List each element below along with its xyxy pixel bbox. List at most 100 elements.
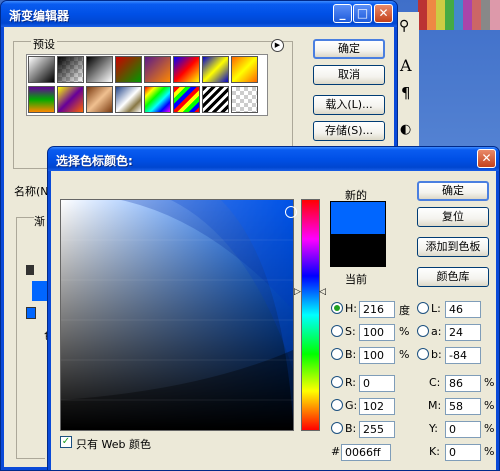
color-stop-icon[interactable]: [26, 307, 36, 319]
m-label: M:: [428, 399, 442, 412]
window-title: 渐变编辑器: [9, 9, 70, 23]
web-safe-overlay: [61, 200, 293, 430]
color-field-cursor[interactable]: [285, 206, 297, 218]
color-picker-window: 选择色标颜色: ✕ ▷ ◁ 新的 当前 确定 复位 添加到色板 颜色库 H: 2…: [47, 146, 500, 471]
picker-ok-button[interactable]: 确定: [417, 181, 489, 201]
s-input[interactable]: 100: [359, 324, 395, 341]
blue-label: B:: [345, 422, 357, 435]
preset-blue-red-yellow[interactable]: [173, 56, 200, 83]
preset-violet-orange[interactable]: [144, 56, 171, 83]
preset-orange-yellow[interactable]: [231, 56, 258, 83]
s-unit: %: [399, 325, 410, 338]
web-only-label: 只有 Web 颜色: [76, 438, 151, 451]
gradient-type-group: [16, 217, 45, 459]
presets-label: 预设: [31, 36, 57, 52]
l-radio[interactable]: [417, 302, 429, 314]
color-picker-title: 选择色标颜色:: [56, 154, 133, 168]
brightness-radio[interactable]: [331, 348, 343, 360]
name-label: 名称(N: [14, 185, 49, 198]
color-picker-close-icon[interactable]: ✕: [477, 149, 496, 168]
h-label: H:: [345, 302, 357, 315]
k-label: K:: [429, 445, 440, 458]
c-input[interactable]: 86: [445, 375, 481, 392]
close-icon[interactable]: ✕: [374, 4, 393, 23]
presets-menu-icon[interactable]: ▶: [271, 39, 284, 52]
gradient-type-label: 渐: [34, 213, 45, 229]
blue-input[interactable]: 255: [359, 421, 395, 438]
h-unit: 度: [399, 304, 410, 317]
preset-transparent[interactable]: [231, 86, 258, 113]
l-label: L:: [431, 302, 441, 315]
new-color-swatch: [330, 201, 386, 236]
m-unit: %: [484, 399, 495, 412]
editor-ok-button[interactable]: 确定: [313, 39, 385, 59]
preset-red-green[interactable]: [115, 56, 142, 83]
pie-icon[interactable]: ◐: [400, 122, 411, 137]
lab-b-label: b:: [431, 348, 442, 361]
lab-b-radio[interactable]: [417, 348, 429, 360]
preset-fg-transparent[interactable]: [57, 56, 84, 83]
opacity-stop-icon[interactable]: [26, 265, 34, 275]
blue-radio[interactable]: [331, 422, 343, 434]
color-picker-titlebar: 选择色标颜色: ✕: [48, 147, 499, 171]
color-field[interactable]: [60, 199, 297, 431]
editor-cancel-button[interactable]: 取消: [313, 65, 385, 85]
save-button[interactable]: 存储(S)...: [313, 121, 385, 141]
preset-spectrum[interactable]: [144, 86, 171, 113]
r-input[interactable]: 0: [359, 375, 395, 392]
a-input[interactable]: 24: [445, 324, 481, 341]
preset-fg-bg[interactable]: [28, 56, 55, 83]
load-button[interactable]: 载入(L)...: [313, 95, 385, 115]
preset-yellow-violet-orange[interactable]: [57, 86, 84, 113]
brightness-unit: %: [399, 348, 410, 361]
lab-b-input[interactable]: -84: [445, 347, 481, 364]
hex-input[interactable]: 0066ff: [341, 444, 391, 461]
c-label: C:: [429, 376, 441, 389]
hex-label: #: [331, 445, 341, 458]
preset-stripes[interactable]: [202, 86, 229, 113]
g-label: G:: [345, 399, 358, 412]
hue-slider-left-arrow[interactable]: ▷: [294, 287, 301, 297]
hue-slider[interactable]: [301, 199, 320, 431]
preset-black-white[interactable]: [86, 56, 113, 83]
y-unit: %: [484, 422, 495, 435]
s-label: S:: [345, 325, 356, 338]
preset-violet-green-orange[interactable]: [28, 86, 55, 113]
g-input[interactable]: 102: [359, 398, 395, 415]
gradient-editor-titlebar: 渐变编辑器 _ □ ✕: [1, 1, 397, 27]
l-input[interactable]: 46: [445, 301, 481, 318]
preset-transparent-rainbow[interactable]: [173, 86, 200, 113]
a-radio[interactable]: [417, 325, 429, 337]
r-radio[interactable]: [331, 376, 343, 388]
preset-chrome[interactable]: [115, 86, 142, 113]
k-input[interactable]: 0: [445, 444, 481, 461]
brightness-label: B:: [345, 348, 357, 361]
brightness-input[interactable]: 100: [359, 347, 395, 364]
type-icon[interactable]: A: [400, 56, 412, 75]
h-radio[interactable]: [331, 302, 343, 314]
h-input[interactable]: 216: [359, 301, 395, 318]
k-unit: %: [484, 445, 495, 458]
add-to-swatches-button[interactable]: 添加到色板: [417, 237, 489, 257]
color-picker-client: ▷ ◁ 新的 当前 确定 复位 添加到色板 颜色库 H: 216 度 S: 10…: [51, 171, 496, 470]
reset-button[interactable]: 复位: [417, 207, 489, 227]
maximize-icon[interactable]: □: [353, 4, 372, 23]
s-radio[interactable]: [331, 325, 343, 337]
presets-grid: [26, 54, 268, 116]
y-input[interactable]: 0: [445, 421, 481, 438]
minimize-icon[interactable]: _: [333, 4, 352, 23]
pen-icon[interactable]: ¶: [401, 84, 411, 102]
hue-slider-right-arrow[interactable]: ◁: [319, 287, 326, 297]
color-libraries-button[interactable]: 颜色库: [417, 267, 489, 287]
r-label: R:: [345, 376, 357, 389]
y-label: Y:: [429, 422, 438, 435]
m-input[interactable]: 58: [445, 398, 481, 415]
g-radio[interactable]: [331, 399, 343, 411]
web-only-checkbox[interactable]: ✓: [60, 436, 72, 448]
gradient-bar: [32, 281, 48, 301]
preset-copper[interactable]: [86, 86, 113, 113]
preset-blue-yellow-blue[interactable]: [202, 56, 229, 83]
a-label: a:: [431, 325, 442, 338]
current-color-swatch[interactable]: [330, 234, 386, 267]
eyedropper-icon[interactable]: ⚲: [399, 18, 409, 34]
